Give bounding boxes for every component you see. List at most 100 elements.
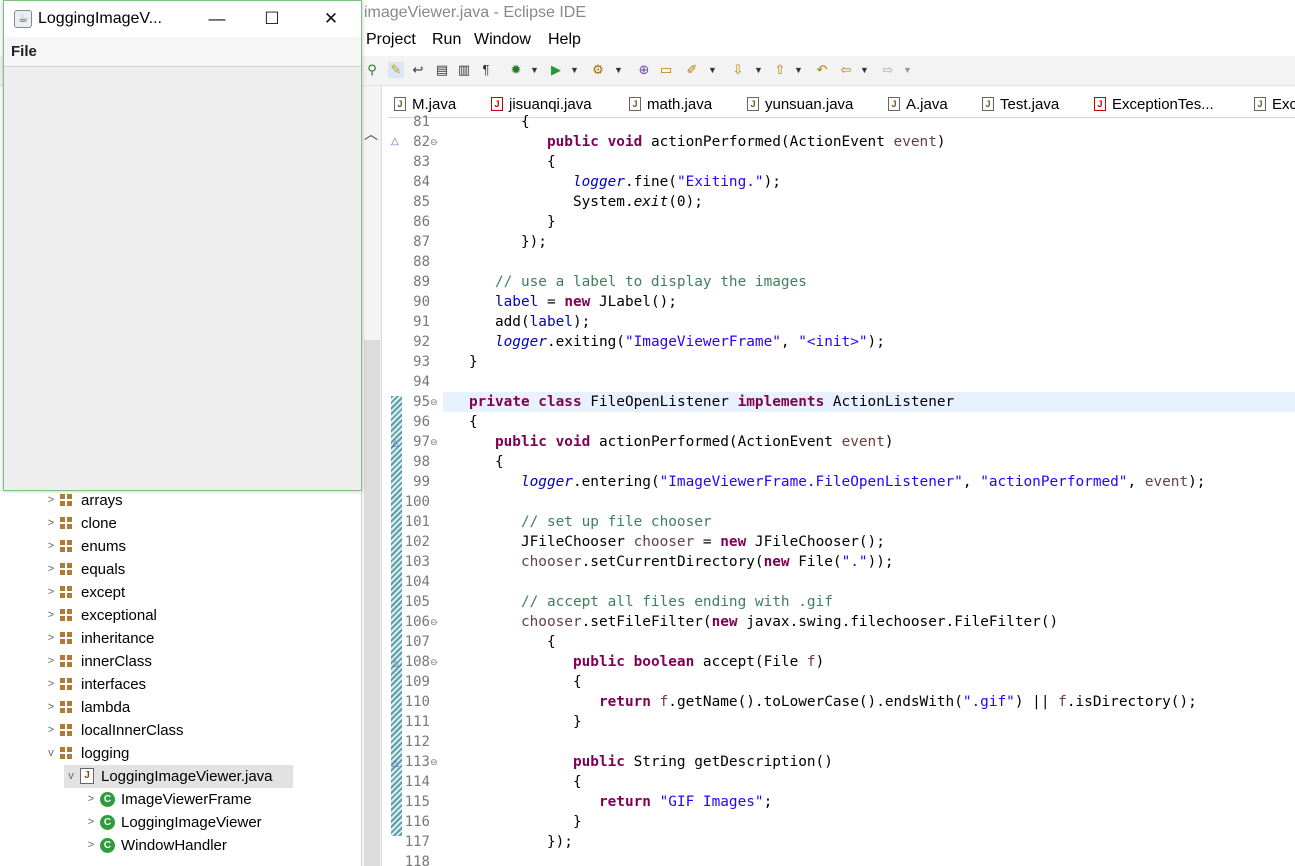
last-edit-icon[interactable]: ↶	[814, 62, 830, 78]
chevron-right-icon[interactable]: >	[44, 696, 58, 719]
tree-package-localinnerclass[interactable]: > localInnerClass	[44, 719, 354, 742]
forward-icon[interactable]: ⇨	[880, 62, 896, 78]
java-file-error-icon: J	[491, 97, 503, 111]
tree-package-clone[interactable]: > clone	[44, 512, 354, 535]
chevron-up-icon[interactable]: ︿	[364, 124, 378, 144]
block-select-icon[interactable]: ▤	[434, 62, 450, 78]
fold-minus-icon[interactable]: ⊖	[430, 392, 438, 412]
menu-window[interactable]: Window	[474, 31, 531, 49]
code-line: public void actionPerformed(ActionEvent …	[546, 134, 946, 150]
code-line: });	[443, 834, 573, 850]
menu-help[interactable]: Help	[548, 31, 581, 49]
chevron-down-icon[interactable]: ▼	[860, 62, 869, 78]
menu-project[interactable]: Project	[366, 31, 416, 49]
line-number: 104	[404, 574, 430, 590]
code-line: public boolean accept(File f)	[572, 654, 825, 670]
maximize-button[interactable]: ☐	[257, 7, 287, 31]
fold-minus-icon[interactable]: ⊖	[430, 612, 438, 632]
chevron-right-icon[interactable]: >	[44, 489, 58, 512]
pencil-icon[interactable]: ✐	[684, 62, 700, 78]
chevron-right-icon[interactable]: >	[44, 558, 58, 581]
tree-class-imageviewerframe[interactable]: > C ImageViewerFrame	[84, 788, 344, 811]
class-icon: C	[100, 815, 115, 830]
pilcrow-icon[interactable]: ¶	[478, 62, 494, 78]
chevron-right-icon[interactable]: >	[44, 581, 58, 604]
package-icon	[60, 632, 73, 645]
whitespace-icon[interactable]: ▥	[456, 62, 472, 78]
scrollbar-thumb[interactable]	[364, 340, 380, 866]
open-folder-icon[interactable]: ▭	[658, 62, 674, 78]
chevron-right-icon[interactable]: >	[44, 627, 58, 650]
tree-package-inheritance[interactable]: > inheritance	[44, 627, 354, 650]
tree-package-logging[interactable]: v logging	[44, 742, 354, 765]
java-file-icon: J	[888, 97, 900, 111]
tree-package-equals[interactable]: > equals	[44, 558, 354, 581]
menu-run[interactable]: Run	[432, 31, 461, 49]
fold-minus-icon[interactable]: ⊖	[430, 132, 438, 152]
debug-icon[interactable]: ✹	[508, 62, 524, 78]
chevron-right-icon[interactable]: >	[44, 604, 58, 627]
chevron-right-icon[interactable]: >	[44, 719, 58, 742]
chevron-right-icon[interactable]: >	[44, 650, 58, 673]
java-file-icon: J	[1254, 97, 1266, 111]
code-editor[interactable]: { public void actionPerformed(ActionEven…	[443, 114, 1295, 866]
package-icon	[60, 701, 73, 714]
previous-annotation-icon[interactable]: ⇧	[772, 62, 788, 78]
open-type-icon[interactable]: ⊕	[636, 62, 652, 78]
close-button[interactable]: ✕	[316, 7, 346, 31]
tree-package-arrays[interactable]: > arrays	[44, 489, 354, 512]
tree-package-except[interactable]: > except	[44, 581, 354, 604]
chevron-down-icon[interactable]: v	[44, 742, 58, 765]
code-line: logger.entering("ImageViewerFrame.FileOp…	[520, 474, 1206, 490]
chevron-down-icon[interactable]: ▼	[903, 62, 912, 78]
chevron-right-icon[interactable]: >	[84, 834, 98, 857]
chevron-right-icon[interactable]: >	[84, 788, 98, 811]
chevron-right-icon[interactable]: >	[44, 673, 58, 696]
code-line-current: private class FileOpenListener implement…	[443, 392, 1295, 412]
code-line: }	[443, 354, 478, 370]
menu-file[interactable]: File	[11, 43, 37, 60]
chevron-down-icon[interactable]: ▼	[708, 62, 717, 78]
chevron-right-icon[interactable]: >	[44, 512, 58, 535]
code-line: chooser.setFileFilter(new javax.swing.fi…	[520, 614, 1059, 630]
frame-title-bar[interactable]: ☕ LoggingImageV... — ☐ ✕	[4, 1, 361, 37]
line-number: 108	[404, 654, 430, 670]
tree-package-enums[interactable]: > enums	[44, 535, 354, 558]
back-icon[interactable]: ⇦	[838, 62, 854, 78]
tree-package-innerclass[interactable]: > innerClass	[44, 650, 354, 673]
next-annotation-icon[interactable]: ⇩	[730, 62, 746, 78]
tree-package-interfaces[interactable]: > interfaces	[44, 673, 354, 696]
fold-minus-icon[interactable]: ⊖	[430, 752, 438, 772]
toggle-icon[interactable]: ↩	[410, 62, 426, 78]
line-number: 99	[413, 474, 430, 490]
fold-minus-icon[interactable]: ⊖	[430, 432, 438, 452]
package-icon	[60, 540, 73, 553]
tree-package-exceptional[interactable]: > exceptional	[44, 604, 354, 627]
chevron-down-icon[interactable]: ▼	[614, 62, 623, 78]
chevron-down-icon[interactable]: ▼	[570, 62, 579, 78]
line-number: 90	[413, 294, 430, 310]
chevron-down-icon[interactable]: v	[64, 765, 78, 788]
tree-package-lambda[interactable]: > lambda	[44, 696, 354, 719]
tree-class-loggingimageviewer[interactable]: > C LoggingImageViewer	[84, 811, 344, 834]
line-number: 118	[404, 854, 430, 866]
tree-file-loggingimageviewer[interactable]: v J LoggingImageViewer.java	[64, 765, 293, 788]
pin-icon[interactable]: ⚲	[364, 62, 380, 78]
run-icon[interactable]: ▶	[548, 62, 564, 78]
chevron-right-icon[interactable]: >	[84, 811, 98, 834]
chevron-down-icon[interactable]: ▼	[754, 62, 763, 78]
java-file-icon: J	[982, 97, 994, 111]
tree-class-windowhandler[interactable]: > C WindowHandler	[84, 834, 344, 857]
minimize-button[interactable]: —	[202, 7, 232, 31]
chevron-down-icon[interactable]: ▼	[794, 62, 803, 78]
chevron-right-icon[interactable]: >	[44, 535, 58, 558]
mark-occurrences-icon[interactable]: ✎	[388, 62, 404, 78]
chevron-down-icon[interactable]: ▼	[530, 62, 539, 78]
tree-item-label: innerClass	[81, 653, 152, 670]
java-file-error-icon: J	[1094, 97, 1106, 111]
external-tools-icon[interactable]: ⚙	[590, 62, 606, 78]
code-line: JFileChooser chooser = new JFileChooser(…	[443, 534, 885, 550]
fold-minus-icon[interactable]: ⊖	[430, 652, 438, 672]
code-line: {	[443, 634, 556, 650]
code-line: {	[443, 114, 530, 130]
